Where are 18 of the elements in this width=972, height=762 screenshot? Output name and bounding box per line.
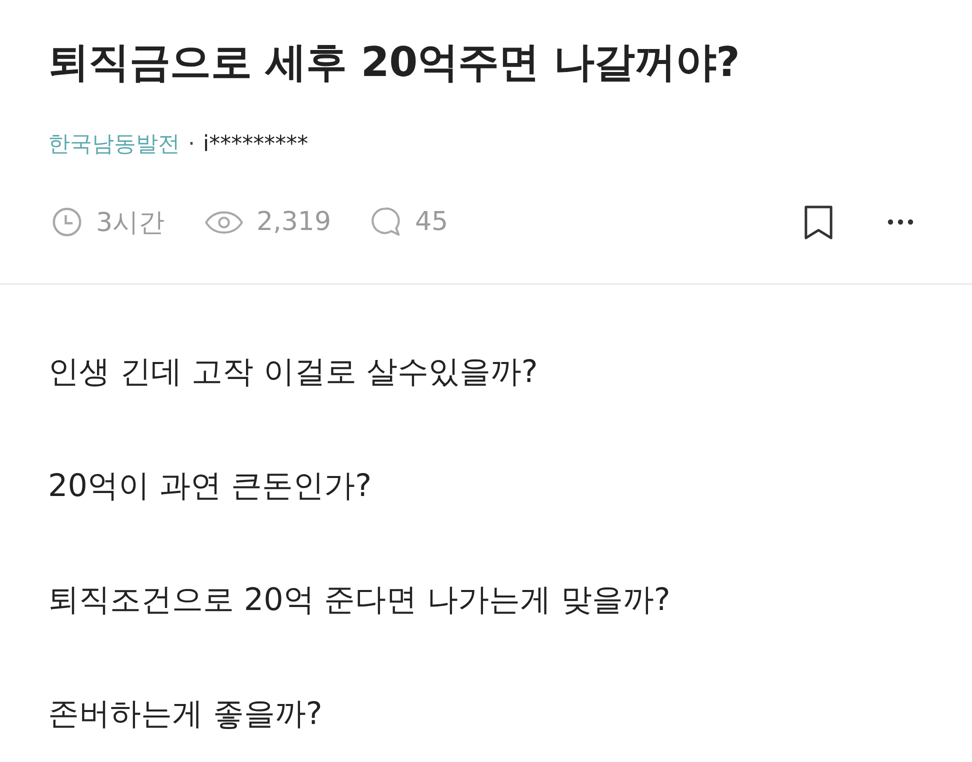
post-title: 퇴직금으로 세후 20억주면 나갈꺼야? — [48, 37, 741, 88]
clock-icon — [52, 207, 82, 237]
comment-count: 45 — [414, 207, 448, 237]
post-paragraph: 인생 긴데 고작 이걸로 살수있을까? — [48, 353, 539, 392]
bookmark-icon — [804, 204, 833, 240]
post-paragraph: 퇴직조건으로 20억 준다면 나가는게 맞을까? — [48, 581, 672, 620]
more-button[interactable] — [887, 219, 914, 225]
more-icon — [887, 219, 914, 225]
view-count: 2,319 — [256, 207, 331, 237]
bookmark-button[interactable] — [804, 204, 833, 240]
company-name[interactable]: 한국남동발전 — [48, 130, 180, 160]
post-paragraph: 존버하는게 좋을까? — [48, 695, 324, 734]
time-ago: 3시간 — [96, 206, 165, 240]
separator-dot: · — [188, 131, 195, 159]
author-nickname: i********* — [203, 131, 308, 159]
comment-icon — [370, 207, 401, 237]
post-paragraph: 20억이 과연 큰돈인가? — [48, 467, 373, 506]
eye-icon — [204, 210, 243, 234]
